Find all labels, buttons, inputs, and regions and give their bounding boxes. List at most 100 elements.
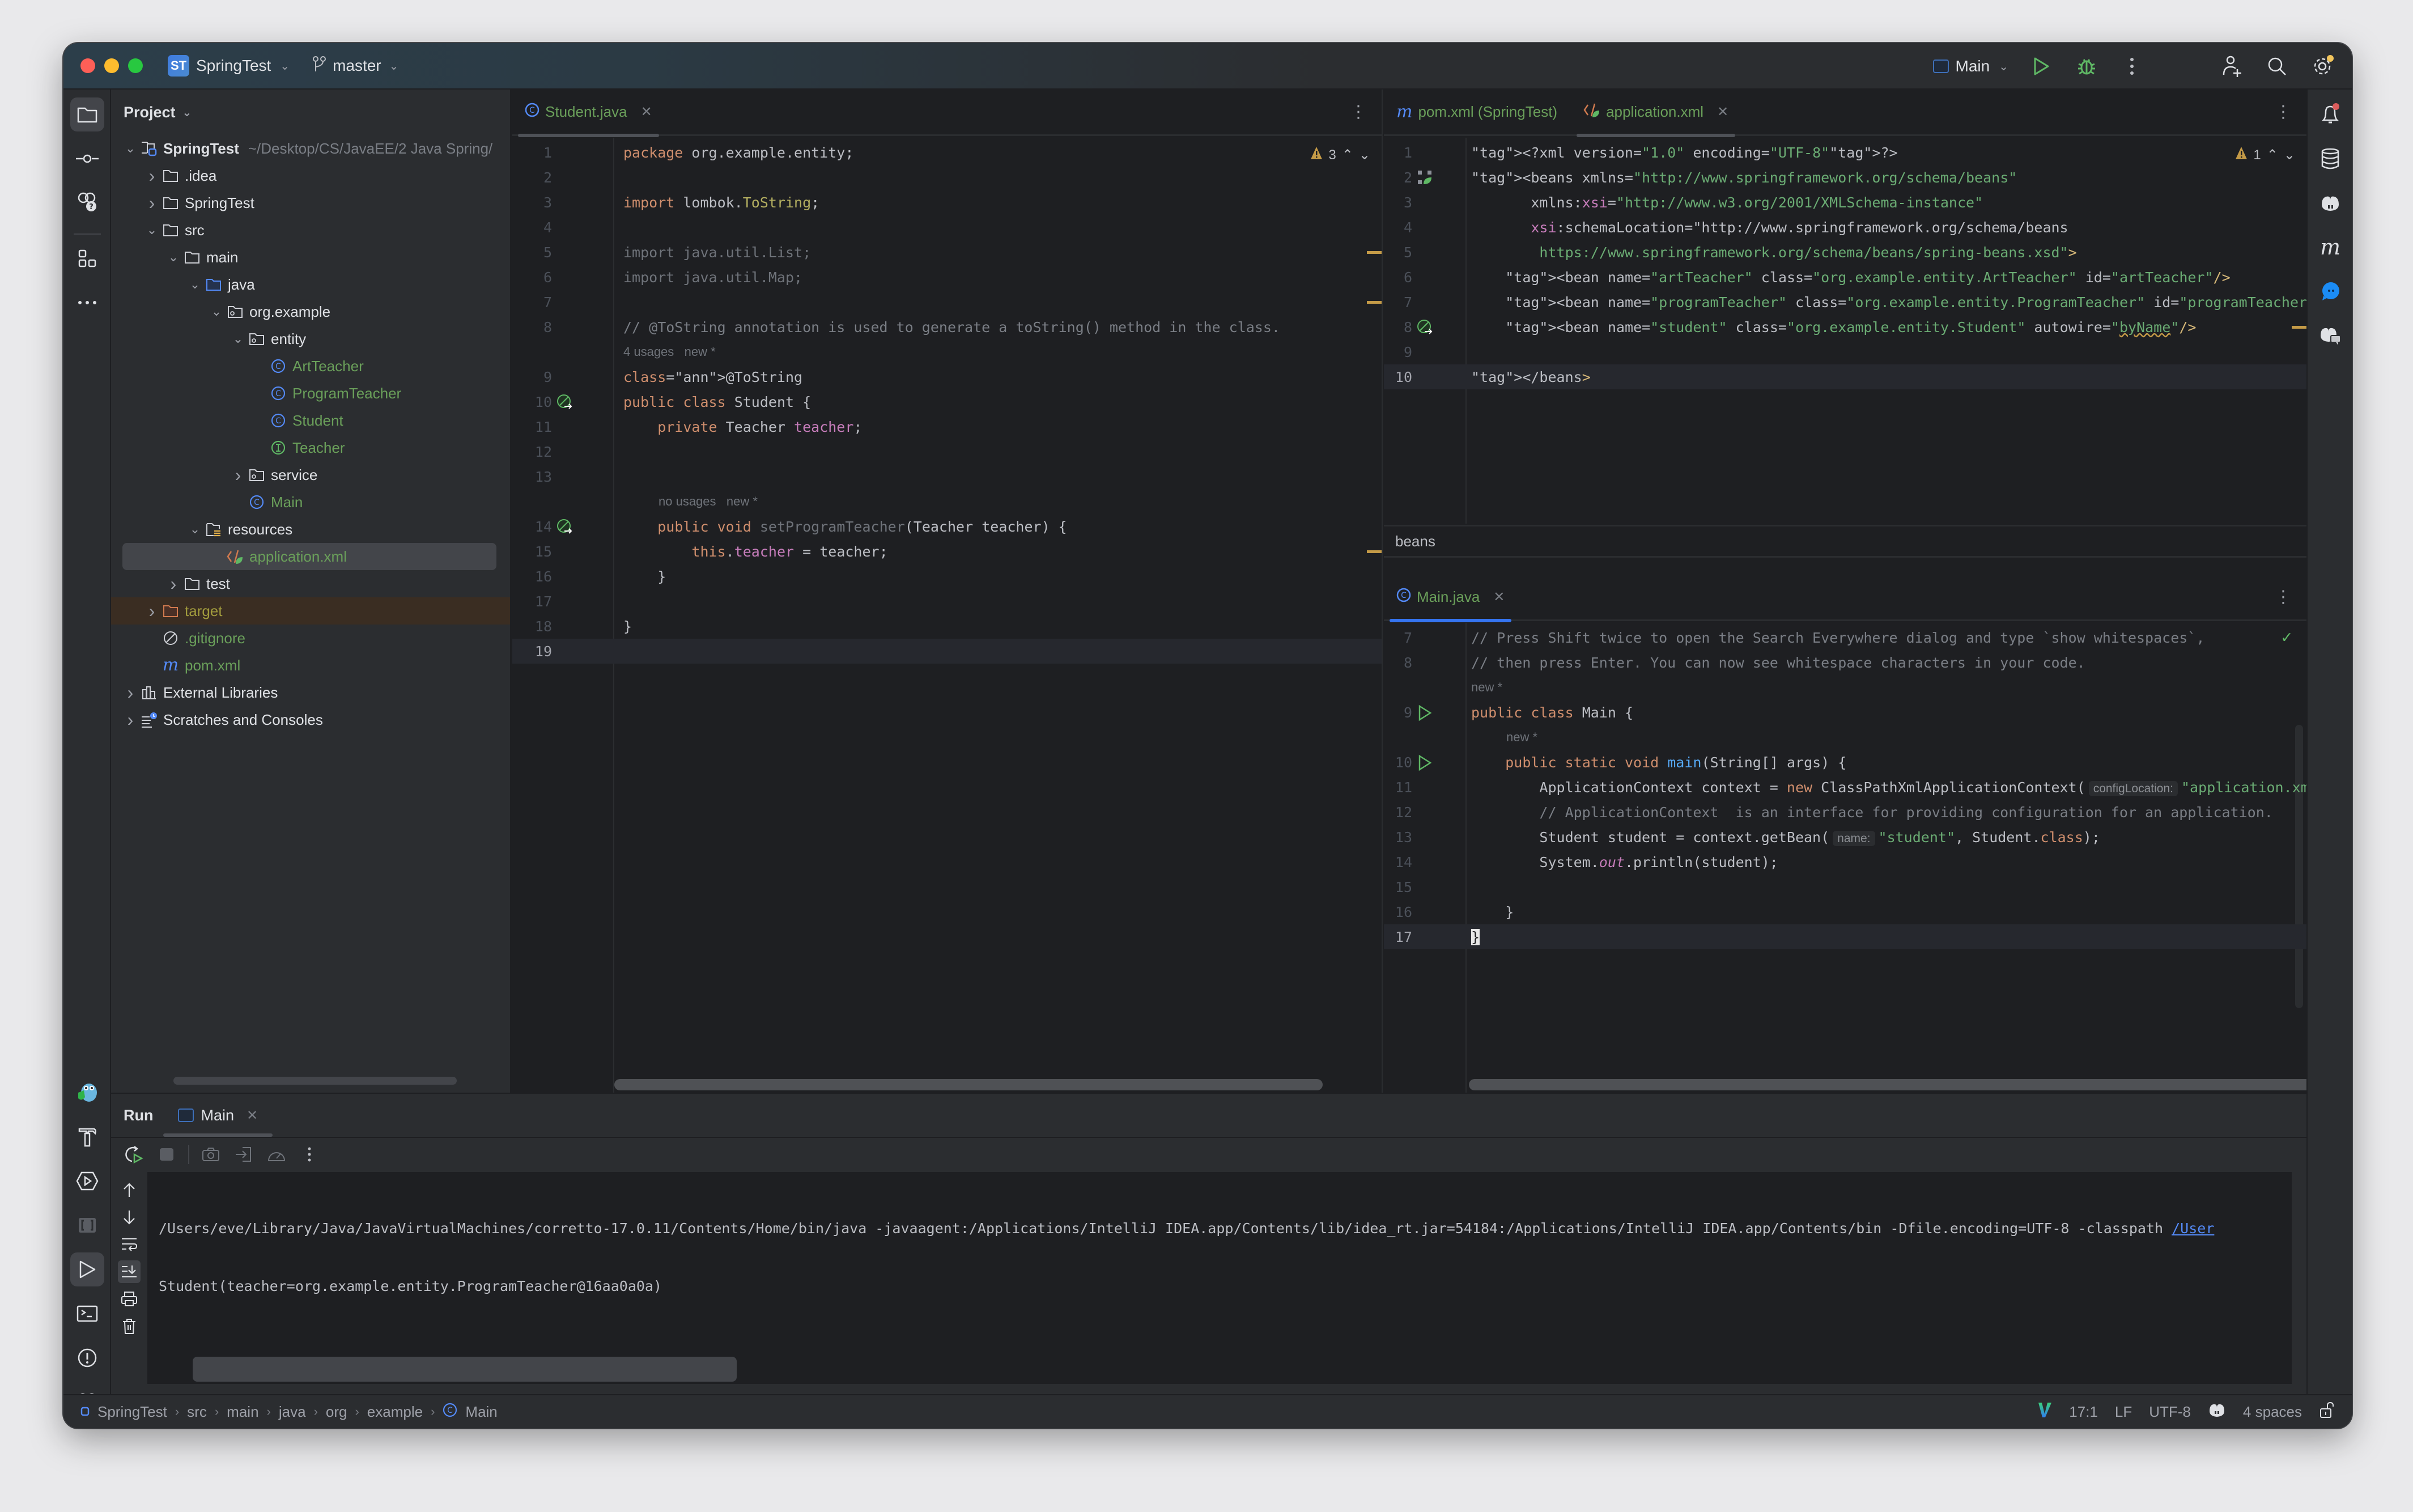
- chat-bubble-icon[interactable]: [2313, 274, 2347, 308]
- code-line[interactable]: 1 package org.example.entity;: [512, 140, 1382, 165]
- tab-actions-more-icon[interactable]: ⋮: [2275, 102, 2292, 122]
- run-tab-main[interactable]: Main ✕: [163, 1094, 273, 1137]
- editor-student-java[interactable]: C Student.java ✕ ⋮ 3 ⌃ ⌄ 1 package org.ex…: [512, 90, 1383, 1093]
- autowired-gutter-icon[interactable]: [1417, 319, 1433, 335]
- line-separator[interactable]: LF: [2115, 1403, 2132, 1421]
- ai-assistant-help-icon[interactable]: ?: [70, 185, 104, 219]
- code-line[interactable]: 9 public class Main {: [1384, 700, 2306, 725]
- scroll-to-end-icon[interactable]: [118, 1260, 141, 1283]
- editor-horizontal-scrollbar[interactable]: [1469, 1079, 2306, 1090]
- close-window-button[interactable]: [80, 58, 95, 73]
- code-area[interactable]: 3 ⌃ ⌄ 1 package org.example.entity; 2 3 impo…: [512, 138, 1382, 1093]
- usages-hint[interactable]: new *: [1506, 730, 1537, 745]
- breadcrumb-item[interactable]: org: [326, 1403, 347, 1421]
- tree-item[interactable]: C Main: [111, 489, 510, 516]
- project-tool-button[interactable]: [70, 97, 104, 131]
- code-line[interactable]: 8 "tag"><bean name="student" class="org.…: [1384, 315, 2306, 339]
- database-icon[interactable]: [2313, 142, 2347, 176]
- chevron-down-icon[interactable]: ⌄: [229, 332, 247, 346]
- services-icon[interactable]: [70, 1164, 104, 1198]
- profiler-gauge-icon[interactable]: [265, 1143, 288, 1166]
- editor-application-xml[interactable]: m pom.xml (SpringTest) application.xml ✕…: [1384, 90, 2306, 575]
- code-line[interactable]: 2 "tag"><beans xmlns="http://www.springfr…: [1384, 165, 2306, 190]
- close-tab-icon[interactable]: ✕: [247, 1107, 258, 1124]
- code-line[interactable]: 14 System.out.println(student);: [1384, 850, 2306, 874]
- more-actions-icon[interactable]: [2119, 54, 2144, 79]
- camera-icon[interactable]: [199, 1143, 222, 1166]
- gopher-plugin-icon[interactable]: [70, 1076, 104, 1110]
- code-line[interactable]: 7: [512, 290, 1382, 315]
- chevron-right-icon[interactable]: ›: [164, 574, 182, 594]
- code-line[interactable]: 11 private Teacher teacher;: [512, 414, 1382, 439]
- classpath-link[interactable]: /User: [2172, 1220, 2214, 1237]
- code-line[interactable]: 2: [512, 165, 1382, 190]
- tree-item[interactable]: ⌄ org.example: [111, 298, 510, 325]
- breadcrumb-item[interactable]: SpringTest: [97, 1403, 167, 1421]
- tab-application-xml[interactable]: application.xml ✕: [1577, 90, 1736, 137]
- code-line[interactable]: 12 // ApplicationContext is an interface…: [1384, 800, 2306, 825]
- project-horizontal-scrollbar[interactable]: [173, 1077, 457, 1085]
- login-arrow-icon[interactable]: [232, 1143, 255, 1166]
- trash-icon[interactable]: [118, 1315, 141, 1337]
- arrow-up-icon[interactable]: [118, 1179, 141, 1201]
- usages-hint[interactable]: no usages new *: [659, 494, 758, 509]
- console-horizontal-scrollbar[interactable]: [193, 1357, 737, 1382]
- chevron-right-icon[interactable]: ›: [121, 682, 139, 703]
- code-line[interactable]: 7 "tag"><bean name="programTeacher" clas…: [1384, 290, 2306, 315]
- bean-gutter-icon[interactable]: [556, 394, 572, 410]
- run-configuration-selector[interactable]: Main ⌄: [1932, 57, 2008, 75]
- code-with-me-icon[interactable]: [2219, 54, 2244, 79]
- code-line[interactable]: 8 // then press Enter. You can now see wh…: [1384, 650, 2306, 675]
- tree-item[interactable]: › target: [111, 597, 510, 625]
- code-area[interactable]: 1 ⌃ ⌄ 1 "tag"><?xml version="1.0" encodin…: [1384, 138, 2306, 524]
- code-line[interactable]: 17}: [1384, 924, 2306, 949]
- breadcrumb-item[interactable]: Main: [465, 1403, 497, 1421]
- tree-item[interactable]: ⌄ java: [111, 271, 510, 298]
- soft-wrap-icon[interactable]: [118, 1233, 141, 1256]
- code-inlay-hint[interactable]: no usages new *: [512, 489, 1382, 514]
- code-line[interactable]: 7 // Press Shift twice to open the Search…: [1384, 625, 2306, 650]
- run-main-gutter-icon[interactable]: [1417, 754, 1433, 771]
- tree-item[interactable]: C ProgramTeacher: [111, 380, 510, 407]
- tree-item[interactable]: › service: [111, 461, 510, 489]
- code-line[interactable]: 9: [1384, 339, 2306, 364]
- commit-tool-button[interactable]: [70, 142, 104, 176]
- problems-icon[interactable]: [70, 1341, 104, 1375]
- code-line[interactable]: 4: [512, 215, 1382, 240]
- breadcrumb-item[interactable]: main: [227, 1403, 258, 1421]
- code-line[interactable]: 17: [512, 589, 1382, 614]
- usages-hint[interactable]: new *: [1471, 680, 1502, 695]
- code-line[interactable]: 16 }: [1384, 899, 2306, 924]
- code-line[interactable]: 15: [1384, 874, 2306, 899]
- unlock-icon[interactable]: [2319, 1401, 2335, 1423]
- debug-button[interactable]: [2074, 54, 2099, 79]
- tab-actions-more-icon[interactable]: ⋮: [2275, 587, 2292, 607]
- code-line[interactable]: 10 "tag"></beans>: [1384, 364, 2306, 389]
- stop-icon[interactable]: [155, 1143, 178, 1166]
- editor-main-java[interactable]: C Main.java ✕ ⋮ ✓ 7// Press Shift twice …: [1384, 575, 2306, 1093]
- tree-item[interactable]: .gitignore: [111, 625, 510, 652]
- terminal-icon[interactable]: [70, 1297, 104, 1331]
- chevron-down-icon[interactable]: ⌄: [186, 277, 204, 292]
- run-button[interactable]: [2029, 54, 2054, 79]
- close-tab-icon[interactable]: ✕: [1717, 104, 1728, 120]
- usages-hint[interactable]: 4 usages new *: [623, 345, 716, 359]
- code-line[interactable]: 15 this.teacher = teacher;: [512, 539, 1382, 564]
- tree-item[interactable]: application.xml: [122, 543, 496, 570]
- code-line[interactable]: 10 public class Student {: [512, 389, 1382, 414]
- copilot-chat-icon[interactable]: [2313, 318, 2347, 352]
- tab-pom-xml[interactable]: m pom.xml (SpringTest): [1396, 90, 1557, 135]
- tree-item[interactable]: ⌄ src: [111, 216, 510, 244]
- chevron-down-icon[interactable]: ⌄: [143, 223, 161, 237]
- arrow-down-icon[interactable]: [118, 1206, 141, 1229]
- console-output[interactable]: /Users/eve/Library/Java/JavaVirtualMachi…: [147, 1172, 2292, 1384]
- tree-item[interactable]: › .idea: [111, 162, 510, 189]
- print-icon[interactable]: [118, 1288, 141, 1310]
- build-hammer-icon[interactable]: [70, 1120, 104, 1154]
- code-line[interactable]: 13 Student student = context.getBean(nam…: [1384, 825, 2306, 850]
- close-tab-icon[interactable]: ✕: [641, 104, 652, 120]
- warning-stripe-marker[interactable]: [2292, 326, 2306, 329]
- chevron-down-icon[interactable]: ⌄: [207, 304, 226, 319]
- run-tool-button[interactable]: [70, 1252, 104, 1286]
- chevron-right-icon[interactable]: ›: [143, 165, 161, 186]
